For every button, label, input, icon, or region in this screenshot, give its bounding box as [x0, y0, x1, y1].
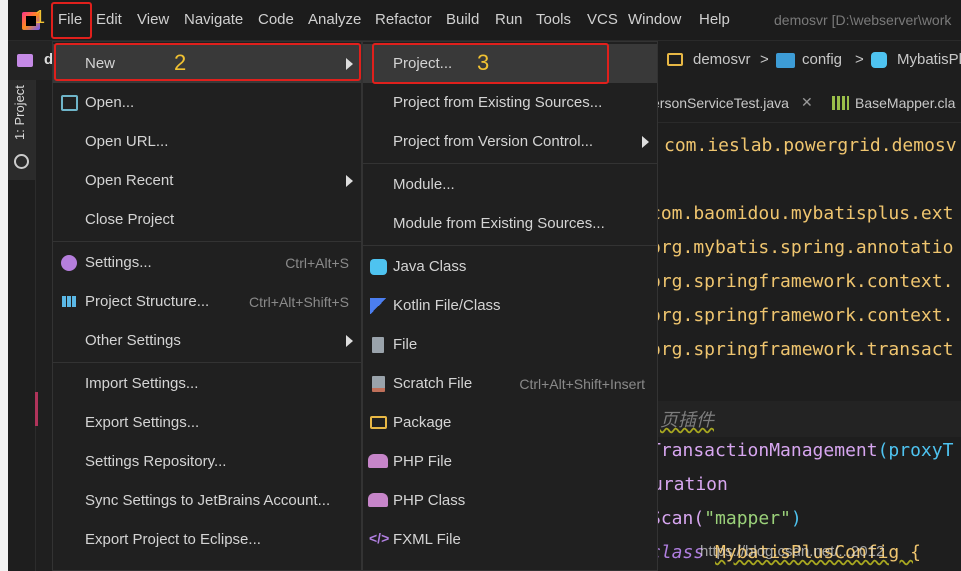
menu-item-php-class[interactable]: PHP Class [363, 481, 657, 520]
menu-view[interactable]: View [137, 11, 169, 28]
gear-icon [61, 255, 77, 271]
menu-item-project-from-vcs[interactable]: Project from Version Control... [363, 122, 657, 161]
menu-help[interactable]: Help [699, 11, 730, 28]
menu-item-export-settings[interactable]: Export Settings... [53, 403, 361, 442]
menu-item-settings[interactable]: Settings... Ctrl+Alt+S [53, 243, 361, 282]
menu-navigate[interactable]: Navigate [184, 11, 243, 28]
menu-run[interactable]: Run [495, 11, 523, 28]
menu-item-export-eclipse[interactable]: Export Project to Eclipse... [53, 520, 361, 559]
code-line: com.baomidou.mybatisplus.ext [658, 203, 954, 224]
maven-icon[interactable] [14, 154, 29, 169]
file-menu: New Open... Open URL... Open Recent Clos… [52, 41, 362, 571]
new-submenu: Project... Project from Existing Sources… [362, 41, 658, 571]
code-line: Scan("mapper") [658, 508, 802, 529]
menu-vcs[interactable]: VCS [587, 11, 618, 28]
menu-item-file[interactable]: File [363, 325, 657, 364]
class-structure-icon [832, 96, 849, 110]
scratch-file-icon [372, 376, 385, 392]
project-tab-label: 1: Project [12, 85, 27, 140]
menu-item-import-settings[interactable]: Import Settings... [53, 364, 361, 403]
submenu-arrow-icon [346, 335, 353, 347]
package-icon [667, 53, 683, 66]
code-line: org.springframework.context. [658, 271, 954, 292]
menu-item-module-from-existing[interactable]: Module from Existing Sources... [363, 204, 657, 243]
menu-item-kotlin[interactable]: Kotlin File/Class [363, 286, 657, 325]
menu-item-scratch-file[interactable]: Scratch File Ctrl+Alt+Shift+Insert [363, 364, 657, 403]
project-tool-tab[interactable]: 1: Project [8, 80, 35, 180]
menu-analyze[interactable]: Analyze [308, 11, 361, 28]
tab-base-mapper[interactable]: BaseMapper.cla [855, 95, 955, 111]
editor-area: demosvr > config > MybatisPl ersonServic… [658, 41, 961, 571]
highlight-project-item [372, 43, 609, 84]
step-number-1: 1 [35, 7, 46, 27]
folder-icon [61, 95, 78, 111]
step-number-3: 3 [477, 50, 490, 75]
code-tag-icon: </> [369, 530, 390, 546]
menu-build[interactable]: Build [446, 11, 479, 28]
menu-item-php-file[interactable]: PHP File [363, 442, 657, 481]
project-panel [35, 80, 52, 571]
php-elephant-icon [368, 454, 388, 468]
menu-item-other-settings[interactable]: Other Settings [53, 321, 361, 360]
kotlin-icon [370, 298, 387, 314]
menu-item-open[interactable]: Open... [53, 83, 361, 122]
breadcrumb-item[interactable]: config [802, 51, 842, 68]
menu-bar: File Edit View Navigate Code Analyze Ref… [8, 0, 961, 41]
file-icon [372, 337, 384, 353]
menu-edit[interactable]: Edit [96, 11, 122, 28]
editor-tabs: ersonServiceTest.java ✕ BaseMapper.cla [658, 83, 961, 123]
tab-person-service-test[interactable]: ersonServiceTest.java [658, 95, 789, 111]
code-line: org.mybatis.spring.annotatio [658, 237, 954, 258]
java-class-icon [871, 52, 887, 68]
menu-item-open-recent[interactable]: Open Recent [53, 161, 361, 200]
menu-item-package[interactable]: Package [363, 403, 657, 442]
menu-refactor[interactable]: Refactor [375, 11, 432, 28]
menu-item-project-structure[interactable]: Project Structure... Ctrl+Alt+Shift+S [53, 282, 361, 321]
submenu-arrow-icon [346, 175, 353, 187]
menu-separator [53, 241, 361, 242]
grid-icon [62, 296, 76, 307]
menu-item-fxml-file[interactable]: </> FXML File [363, 520, 657, 559]
watermark: https://blog.csdn.net/...2012 [700, 543, 885, 560]
change-marker [35, 392, 38, 426]
menu-item-settings-repository[interactable]: Settings Repository... [53, 442, 361, 481]
breadcrumb-item[interactable]: demosvr [693, 51, 751, 68]
menu-item-project-from-existing[interactable]: Project from Existing Sources... [363, 83, 657, 122]
code-line: org.springframework.context. [658, 305, 954, 326]
code-line: org.springframework.transact [658, 339, 954, 360]
menu-code[interactable]: Code [258, 11, 294, 28]
menu-tools[interactable]: Tools [536, 11, 571, 28]
close-tab-icon[interactable]: ✕ [801, 94, 813, 111]
config-folder-icon [776, 53, 795, 68]
menu-separator [53, 362, 361, 363]
java-class-icon [370, 259, 387, 275]
breadcrumb: demosvr > config > MybatisPl [658, 41, 961, 81]
step-number-2: 2 [174, 50, 187, 75]
code-line: com.ieslab.powergrid.demosv [664, 135, 957, 156]
breadcrumb-item[interactable]: MybatisPl [897, 51, 961, 68]
code-comment: 页插件 [660, 410, 714, 431]
php-elephant-icon [368, 493, 388, 507]
menu-item-sync-settings[interactable]: Sync Settings to JetBrains Account... [53, 481, 361, 520]
menu-item-open-url[interactable]: Open URL... [53, 122, 361, 161]
menu-separator [363, 163, 657, 164]
menu-separator [363, 245, 657, 246]
left-edge [0, 0, 8, 571]
highlight-new-item [54, 43, 361, 81]
window-title: demosvr [D:\webserver\work [774, 12, 952, 28]
menu-item-close-project[interactable]: Close Project [53, 200, 361, 239]
package-icon [370, 416, 387, 429]
code-line: TransactionManagement(proxyT [658, 440, 954, 461]
submenu-arrow-icon [642, 136, 649, 148]
menu-item-java-class[interactable]: Java Class [363, 247, 657, 286]
code-line: uration [658, 474, 728, 495]
menu-window[interactable]: Window [628, 11, 681, 28]
highlight-file-menu [51, 2, 92, 39]
chevron-right-icon: > [760, 51, 769, 68]
chevron-right-icon: > [855, 51, 864, 68]
menu-item-module[interactable]: Module... [363, 165, 657, 204]
